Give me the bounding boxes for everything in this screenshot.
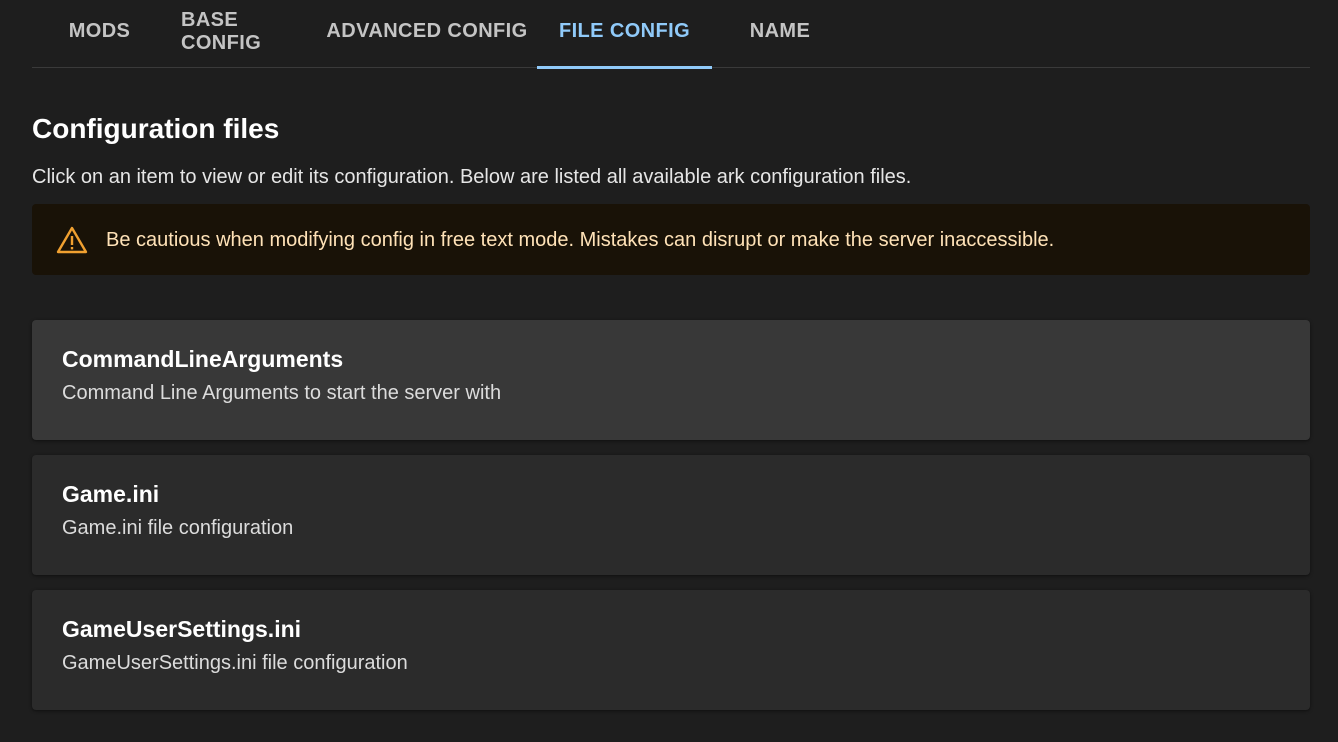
warning-triangle-icon (56, 226, 88, 253)
page: MODS BASE CONFIG ADVANCED CONFIG FILE CO… (0, 0, 1338, 742)
tab-name[interactable]: NAME (712, 0, 848, 68)
tab-advanced-config[interactable]: ADVANCED CONFIG (317, 0, 537, 68)
section-description: Click on an item to view or edit its con… (32, 166, 912, 188)
tab-file-config[interactable]: FILE CONFIG (537, 0, 712, 69)
config-file-item-game-ini[interactable]: Game.ini Game.ini file configuration (32, 455, 1310, 575)
config-file-item-description: Game.ini file configuration (62, 517, 294, 539)
warning-alert-text: Be cautious when modifying config in fre… (106, 228, 1055, 251)
config-file-item-title: CommandLineArguments (62, 346, 344, 372)
config-file-item-title: Game.ini (62, 481, 160, 507)
warning-alert: Be cautious when modifying config in fre… (32, 204, 1310, 275)
config-file-item-commandlinearguments[interactable]: CommandLineArguments Command Line Argume… (32, 320, 1310, 440)
config-file-item-gameusersettings-ini[interactable]: GameUserSettings.ini GameUserSettings.in… (32, 590, 1310, 710)
tab-bar: MODS BASE CONFIG ADVANCED CONFIG FILE CO… (32, 0, 1310, 69)
config-file-item-description: Command Line Arguments to start the serv… (62, 382, 502, 404)
tab-mods[interactable]: MODS (32, 0, 167, 68)
config-file-item-description: GameUserSettings.ini file configuration (62, 652, 408, 674)
config-file-list: CommandLineArguments Command Line Argume… (32, 320, 1310, 710)
config-file-item-title: GameUserSettings.ini (62, 616, 302, 642)
section-title: Configuration files (32, 113, 280, 144)
tab-base-config[interactable]: BASE CONFIG (181, 0, 303, 68)
